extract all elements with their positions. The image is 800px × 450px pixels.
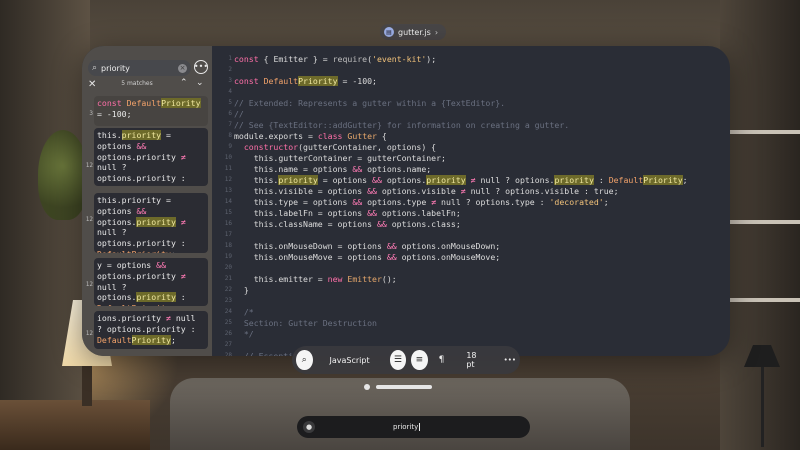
line-number: 24 (224, 308, 232, 315)
chevron-up-icon[interactable]: ⌃ (180, 78, 188, 88)
background-plant (38, 130, 88, 220)
background-floor-lamp (744, 345, 780, 450)
line-number: 14 (224, 198, 232, 205)
line-number: 19 (224, 253, 232, 260)
line-number: 18 (224, 242, 232, 249)
match-count: 5 matches (121, 80, 153, 87)
code-line: this.labelFn = options && options.labelF… (234, 208, 461, 218)
search-panel: ⌕ × ••• ✕ 5 matches ⌃ ⌄ 3 const DefaultP… (82, 46, 212, 356)
code-line: Section: Gutter Destruction (234, 318, 377, 328)
result-line-number: 12 (85, 216, 93, 223)
code-line: } (234, 285, 249, 295)
background-shelf (720, 220, 800, 224)
line-number: 25 (224, 319, 232, 326)
font-size-selector[interactable]: 18 pt (466, 351, 483, 369)
line-number: 2 (228, 66, 232, 73)
code-line: this.onMouseDown = options && options.on… (234, 241, 501, 251)
background-wall-left (0, 0, 90, 450)
line-number: 13 (224, 187, 232, 194)
line-number: 21 (224, 275, 232, 282)
dictation-bar: ● priority (297, 416, 530, 438)
more-icon[interactable]: ••• (194, 60, 208, 74)
line-number: 28 (224, 352, 232, 356)
result-line-number: 12 (85, 281, 93, 288)
search-result[interactable]: y = options && options.priority ≠ null ?… (94, 258, 208, 306)
code-line: // Extended: Represents a gutter within … (234, 98, 506, 108)
editor-window: ⌕ × ••• ✕ 5 matches ⌃ ⌄ 3 const DefaultP… (82, 46, 730, 356)
line-number: 27 (224, 341, 232, 348)
search-result[interactable]: this.priority = options && options.prior… (94, 128, 208, 186)
code-line: const DefaultPriority = -100; (234, 76, 377, 86)
code-line: const { Emitter } = require('event-kit')… (234, 54, 437, 64)
code-line: this.className = options && options.clas… (234, 219, 461, 229)
chevron-right-icon: › (434, 27, 439, 37)
language-selector[interactable]: JavaScript (330, 356, 370, 365)
code-line: this.name = options && options.name; (234, 164, 432, 174)
code-line: // (234, 109, 244, 119)
code-line: constructor(gutterContainer, options) { (243, 142, 437, 152)
code-line: this.gutterContainer = gutterContainer; (234, 153, 446, 163)
line-number: 11 (224, 165, 232, 172)
line-number: 22 (224, 286, 232, 293)
code-line: module.exports = class Gutter { (234, 131, 387, 141)
window-grab-dot[interactable] (364, 384, 370, 390)
more-icon[interactable]: ••• (504, 356, 516, 364)
line-number: 4 (228, 88, 232, 95)
line-number: 8 (228, 132, 232, 139)
clear-icon[interactable]: × (178, 63, 187, 73)
search-result[interactable]: this.priority = options && options.prior… (94, 193, 208, 253)
background-lamp-base (82, 366, 92, 406)
line-number: 12 (224, 176, 232, 183)
search-icon[interactable]: ⌕ (296, 350, 313, 370)
code-line: this.priority = options && options.prior… (234, 175, 688, 185)
chevron-down-icon[interactable]: ⌄ (196, 78, 204, 88)
bottom-toolbar: ⌕ JavaScript ☰ ≡ ¶ 18 pt ••• (292, 346, 520, 374)
line-number: 6 (228, 110, 232, 117)
code-line: */ (234, 329, 254, 339)
line-number: 7 (228, 121, 232, 128)
search-result[interactable]: ions.priority ≠ null ? options.priority … (94, 311, 208, 349)
line-number: 15 (224, 209, 232, 216)
file-title-pill[interactable]: ▤ gutter.js › (380, 24, 447, 40)
search-box[interactable]: ⌕ × (88, 60, 191, 76)
result-line-number: 3 (89, 110, 93, 117)
code-line: // See {TextEditor::addGutter} for infor… (234, 120, 570, 130)
line-number: 5 (228, 99, 232, 106)
window-move-bar[interactable] (376, 385, 432, 389)
mic-icon[interactable]: ● (303, 421, 315, 433)
result-line-number: 12 (85, 162, 93, 169)
line-number: 3 (228, 77, 232, 84)
line-number: 20 (224, 264, 232, 271)
line-number: 1 (228, 55, 232, 62)
file-name: gutter.js (398, 27, 431, 37)
line-number: 9 (228, 143, 232, 150)
background-table (0, 400, 150, 450)
code-editor[interactable]: 1 2 3 4 5 6 7 8 9 10 11 12 13 14 15 16 17 18 19 20 21 22 23 24 2… (218, 54, 723, 356)
search-icon: ⌕ (92, 63, 98, 73)
code-line: this.visible = options && options.visibl… (234, 186, 619, 196)
list-icon[interactable]: ☰ (389, 350, 407, 370)
file-icon: ▤ (384, 27, 394, 37)
paragraph-icon[interactable]: ¶ (439, 355, 445, 365)
code-line: /* (234, 307, 254, 317)
line-number: 17 (224, 231, 232, 238)
result-line-number: 12 (85, 330, 93, 337)
wrap-icon[interactable]: ≡ (411, 350, 428, 370)
background-shelf (720, 130, 800, 134)
search-input[interactable] (101, 63, 174, 73)
line-number: 26 (224, 330, 232, 337)
line-number: 16 (224, 220, 232, 227)
code-line: this.type = options && options.type ≠ nu… (234, 197, 609, 207)
code-line: this.onMouseMove = options && options.on… (234, 252, 501, 262)
dictation-text: priority (393, 423, 421, 431)
line-number: 10 (224, 154, 232, 161)
line-number: 23 (224, 297, 232, 304)
code-line: this.emitter = new Emitter(); (234, 274, 397, 284)
search-result[interactable]: const DefaultPriority = -100; (94, 96, 208, 126)
background-shelf (720, 298, 800, 302)
